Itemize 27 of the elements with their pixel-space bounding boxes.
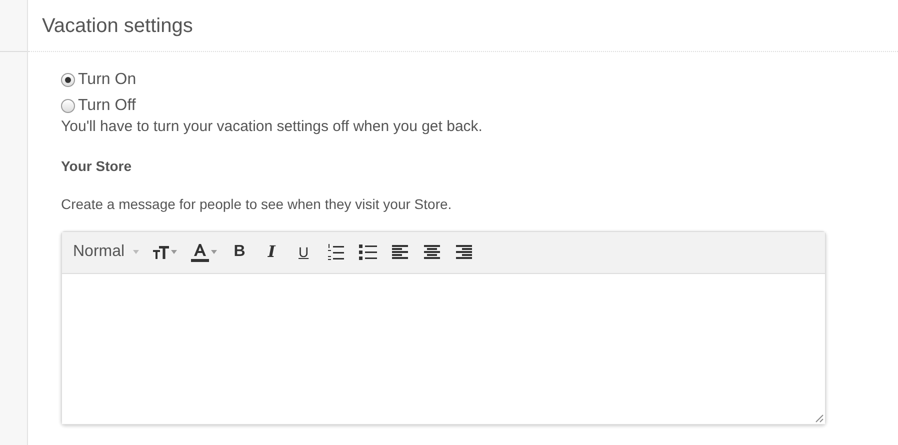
format-dropdown[interactable]: Normal [73,240,125,264]
numbered-list-icon [328,244,344,260]
format-label: U [298,245,309,259]
toolbar-button[interactable]: U [294,240,313,264]
text-size-icon [152,245,169,259]
caret-icon [132,250,139,254]
subsection-heading: Your Store [61,156,133,176]
align-right-icon [456,244,472,260]
description-text: Create a message for people to see when they visit your Store. [61,194,453,214]
caret-icon [210,250,217,254]
message-field[interactable] [62,274,825,424]
hint-text: You'll have to turn your vacation settings off when you get back. [61,117,484,137]
radio-button[interactable] [61,99,75,113]
format-label: B [234,244,246,260]
align-left-icon [392,244,408,260]
radio-button[interactable] [61,73,75,87]
radio-label[interactable]: Turn Off [78,94,136,118]
format-label: I [268,244,276,260]
bullet-list-icon [358,244,377,260]
toolbar-button[interactable]: B [230,240,249,264]
font-color-icon [190,242,209,262]
align-center-icon [424,244,440,260]
toolbar-button[interactable]: I [262,240,281,264]
caret-icon [170,250,177,254]
radio-label[interactable]: Turn On [78,68,136,92]
resize-handle-icon [814,412,824,422]
section-title: Vacation settings [42,14,193,38]
